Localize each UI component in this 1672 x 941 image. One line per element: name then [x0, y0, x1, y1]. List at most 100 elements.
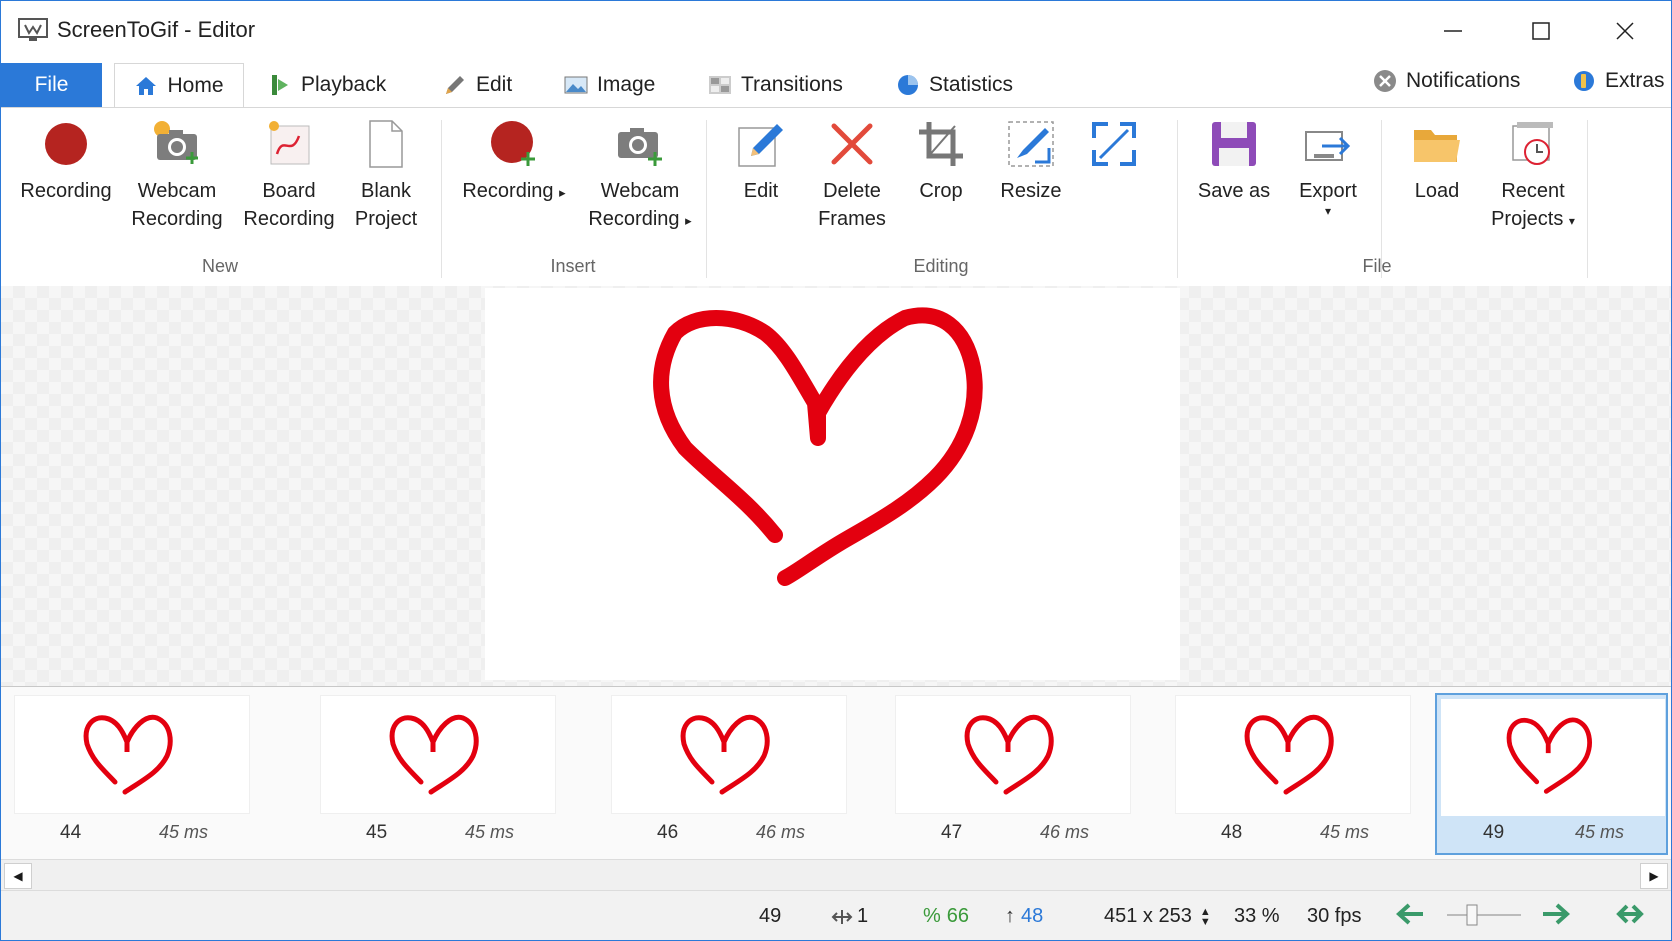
tab-file-label: File	[34, 73, 69, 96]
tab-transitions[interactable]: Transitions	[708, 63, 843, 107]
resize-button[interactable]: Resize	[991, 116, 1071, 205]
edit-pencil-icon	[733, 116, 789, 172]
triangle-right-icon: ▶	[1649, 869, 1659, 883]
percent-icon: %	[923, 905, 941, 927]
crop-icon	[913, 116, 969, 172]
frame-thumbnail[interactable]: 44 45 ms	[14, 695, 250, 853]
extras-label: Extras	[1605, 69, 1665, 92]
group-separator	[706, 120, 707, 278]
maximize-button[interactable]	[1497, 1, 1585, 61]
recent-projects-icon	[1505, 116, 1561, 172]
frame-delay: 45 ms	[464, 822, 514, 842]
blank-page-icon	[358, 116, 414, 172]
crop-label: Crop	[919, 180, 963, 202]
ribbon: Recording Webcam Recording Board Recordi…	[1, 107, 1671, 287]
frame-delay: 46 ms	[755, 822, 805, 842]
frame-thumbnail[interactable]: 48 45 ms	[1175, 695, 1411, 853]
recent-label-1: Recent	[1501, 180, 1565, 202]
scroll-right-button[interactable]: ▶	[1640, 863, 1668, 889]
group-label-file: File	[1362, 256, 1392, 276]
frame-number: 49	[1483, 822, 1505, 843]
selected-count: 1	[831, 905, 868, 928]
scroll-left-button[interactable]: ◀	[4, 863, 32, 889]
recent-label-row: Projects ▾	[1491, 205, 1575, 235]
crop-button[interactable]: Crop	[901, 116, 981, 205]
tab-edit[interactable]: Edit	[443, 63, 512, 107]
insert-webcam-label-row: Recording ▸	[588, 205, 691, 235]
group-separator	[441, 120, 442, 278]
insert-webcam-recording-button[interactable]: Webcam Recording ▸	[580, 116, 700, 235]
frame-thumbnail[interactable]: 46 46 ms	[611, 695, 847, 853]
minimize-button[interactable]	[1409, 1, 1497, 61]
export-button[interactable]: Export ▾	[1283, 116, 1373, 217]
extras-icon	[1572, 69, 1596, 93]
frame-thumbnail[interactable]: 47 46 ms	[895, 695, 1131, 853]
zoom-slider[interactable]	[1445, 903, 1523, 927]
frame-canvas[interactable]	[1, 286, 1671, 686]
notifications-label: Notifications	[1406, 69, 1521, 92]
selected-count-value: 1	[857, 905, 869, 927]
tab-playback-label: Playback	[301, 73, 387, 96]
arrow-right-icon	[1543, 903, 1570, 925]
new-webcam-recording-button[interactable]: Webcam Recording	[127, 116, 227, 233]
delete-label-1: Delete	[823, 180, 881, 202]
save-as-button[interactable]: Save as	[1189, 116, 1279, 205]
board-icon	[261, 116, 317, 172]
webcam-insert-icon	[612, 116, 668, 172]
fullscreen-button[interactable]	[1084, 116, 1144, 177]
frame-preview	[14, 695, 250, 814]
ribbon-tabs: File Home Playback Edit Image Transition…	[1, 63, 1671, 108]
tab-file[interactable]: File	[1, 63, 102, 107]
group-separator	[1177, 120, 1178, 278]
playback-icon	[268, 73, 292, 97]
status-bar: 49 1 % 66 ↑ 48 451 x 253 ▲ ▼ 33 % 30 fps	[1, 891, 1671, 940]
insert-recording-button[interactable]: Recording ▸	[454, 116, 574, 207]
frame-delay: 45 ms	[1574, 822, 1624, 842]
delete-frames-button[interactable]: Delete Frames	[807, 116, 897, 233]
blank-project-button[interactable]: Blank Project	[341, 116, 431, 233]
notifications-button[interactable]: Notifications	[1373, 59, 1520, 103]
next-frame-button[interactable]	[1541, 901, 1571, 927]
new-recording-label: Recording	[20, 180, 112, 202]
extras-button[interactable]: Extras	[1572, 59, 1665, 103]
frame-number: 46	[657, 822, 679, 843]
chevron-right-icon: ▸	[559, 185, 566, 200]
frame-thumbnail[interactable]: 45 45 ms	[320, 695, 556, 853]
recent-label-2: Projects	[1491, 208, 1564, 230]
chevron-right-icon: ▸	[685, 213, 692, 228]
frame-number: 44	[60, 822, 82, 843]
delete-x-icon	[824, 116, 880, 172]
loop-button[interactable]	[1615, 901, 1645, 927]
frame-size-value: 451 x 253	[1104, 905, 1192, 927]
tab-image[interactable]: Image	[564, 63, 655, 107]
frame-thumbnail-selected[interactable]: 49 45 ms	[1435, 693, 1668, 855]
tab-statistics[interactable]: Statistics	[896, 63, 1013, 107]
new-recording-button[interactable]: Recording	[16, 116, 116, 205]
frame-delay: 45 ms	[1319, 822, 1369, 842]
load-button[interactable]: Load	[1395, 116, 1479, 205]
tab-statistics-label: Statistics	[929, 73, 1014, 96]
board-recording-button[interactable]: Board Recording	[239, 116, 339, 233]
insert-webcam-label-1: Webcam	[600, 180, 680, 202]
current-frame-image	[485, 288, 1180, 680]
transitions-icon	[708, 73, 732, 97]
tab-home[interactable]: Home	[114, 63, 244, 108]
arrow-left-icon	[1396, 903, 1423, 925]
previous-frame-button[interactable]	[1395, 901, 1425, 927]
expand-icon	[1086, 116, 1142, 172]
spinner-icon[interactable]: ▲ ▼	[1200, 906, 1211, 927]
horizontal-scrollbar[interactable]: ◀ ▶	[1, 859, 1671, 891]
close-button[interactable]	[1581, 1, 1669, 61]
load-label: Load	[1414, 180, 1460, 202]
frame-preview	[611, 695, 847, 814]
tab-playback[interactable]: Playback	[268, 63, 386, 107]
arrow-up-icon: ↑	[1005, 905, 1015, 927]
percent-value: 66	[946, 905, 970, 927]
group-separator	[1587, 120, 1588, 278]
recent-projects-button[interactable]: Recent Projects ▾	[1481, 116, 1585, 235]
insert-recording-label: Recording	[462, 180, 554, 202]
edit-button[interactable]: Edit	[721, 116, 801, 205]
board-label-1: Board	[262, 180, 316, 202]
frame-preview	[1441, 699, 1665, 816]
maximize-icon	[1532, 22, 1550, 40]
